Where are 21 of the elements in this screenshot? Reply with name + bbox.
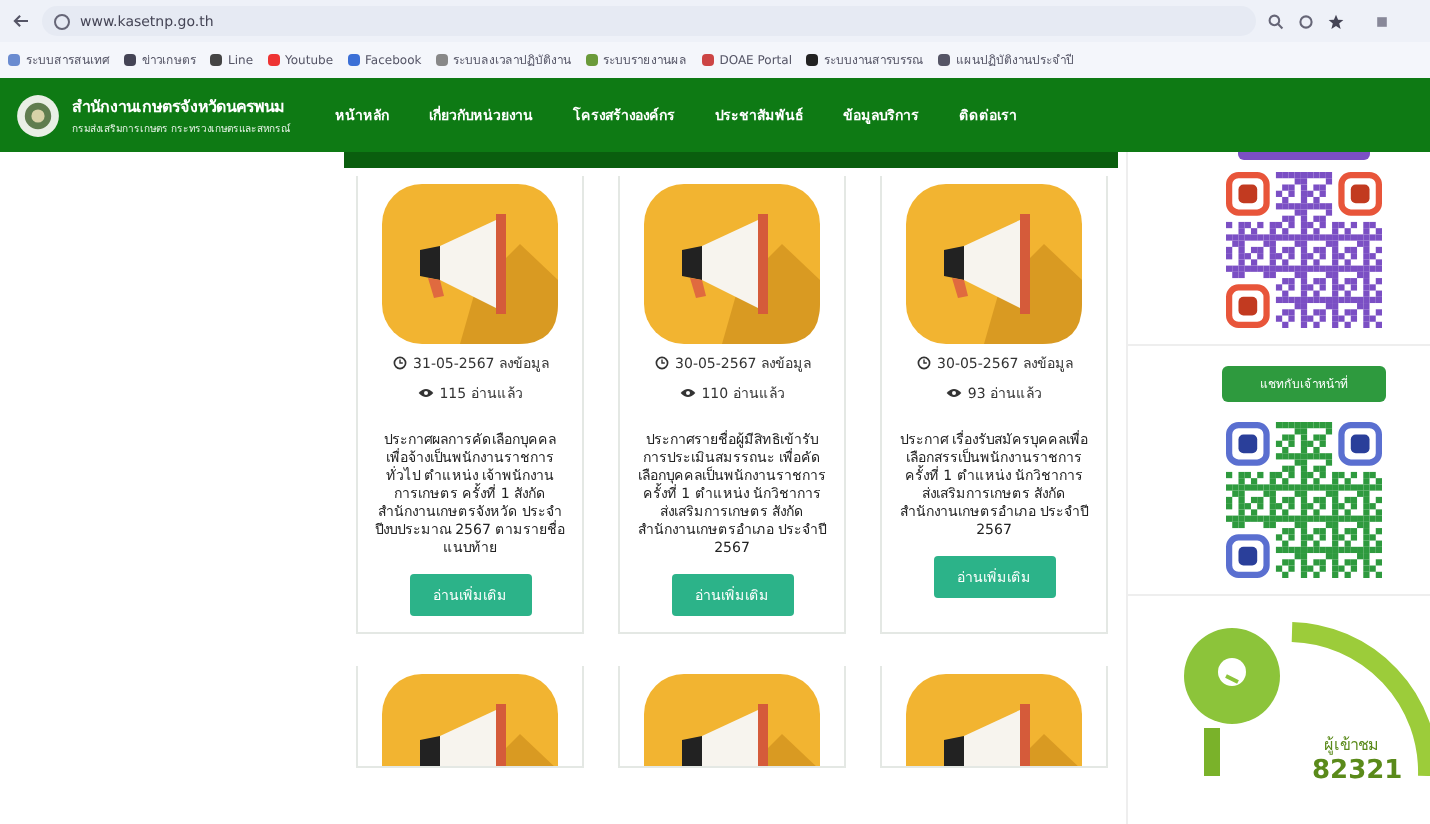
visitor-label: ผู้เข้าชม xyxy=(1324,734,1378,758)
eye-icon xyxy=(945,386,962,400)
clock-icon xyxy=(653,356,670,370)
megaphone-icon xyxy=(904,674,1084,766)
logo-icon xyxy=(16,93,60,137)
zoom-icon[interactable] xyxy=(1268,13,1284,29)
megaphone-icon xyxy=(642,184,822,344)
megaphone-icon xyxy=(904,184,1084,344)
clock-icon xyxy=(391,356,408,370)
megaphone-icon xyxy=(642,674,822,766)
megaphone-icon xyxy=(380,674,560,766)
star-icon[interactable] xyxy=(1328,13,1344,29)
eye-icon xyxy=(417,386,434,400)
back-icon[interactable] xyxy=(12,14,30,28)
extension-icon[interactable] xyxy=(1374,13,1390,29)
visitor-count: 82321 xyxy=(1312,756,1403,786)
megaphone-icon xyxy=(380,184,560,344)
clock-icon xyxy=(915,356,932,370)
site-title: สำนักงานเกษตรจังหวัดนครพนม xyxy=(72,96,286,120)
eye-icon xyxy=(679,386,696,400)
info-icon xyxy=(54,13,70,29)
